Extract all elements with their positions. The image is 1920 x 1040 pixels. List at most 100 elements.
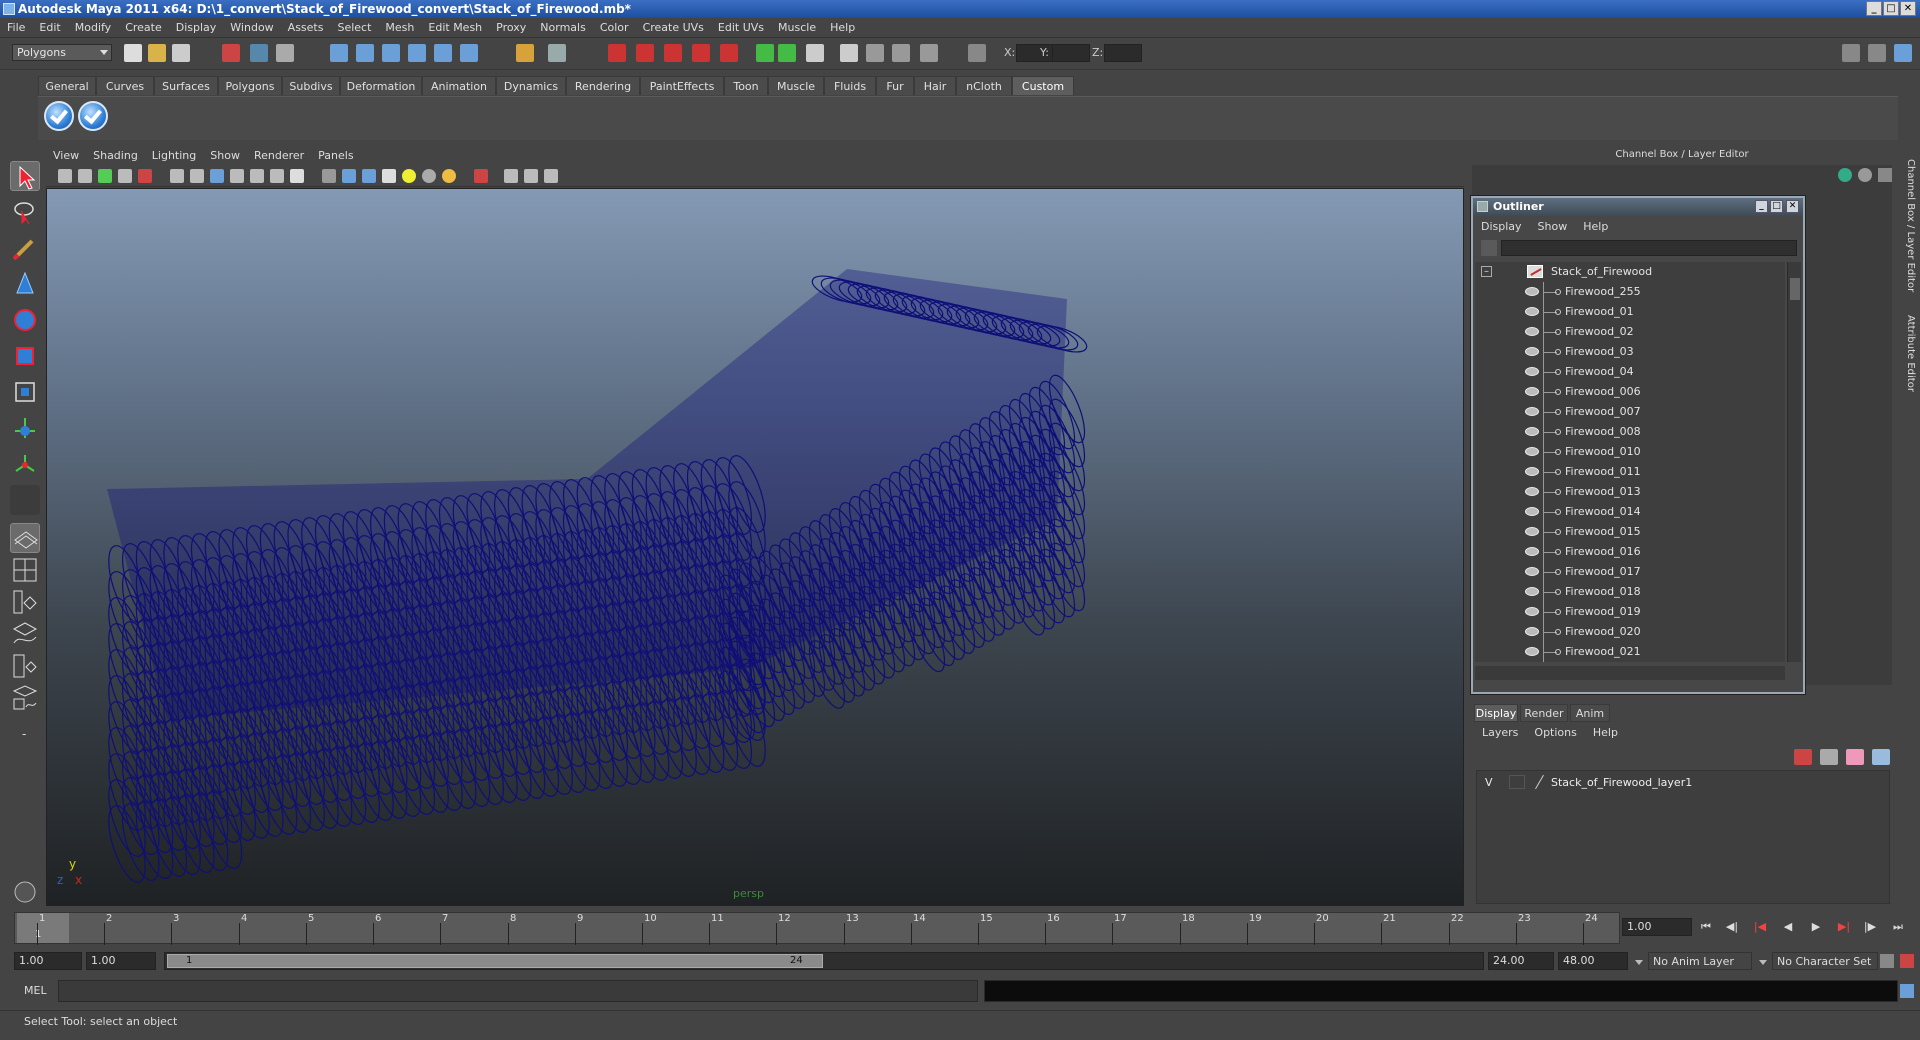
expand-node-icon[interactable] [1555,489,1561,495]
go-to-end-icon[interactable]: ⏭ [1890,919,1906,935]
hud-icon[interactable] [544,169,558,183]
snap-to-curves-icon[interactable] [636,44,654,62]
outliner-row[interactable]: Firewood_02 [1475,322,1785,342]
layout-options-icon[interactable]: - [10,719,40,749]
textured-icon[interactable] [382,169,396,183]
outliner-row[interactable]: Firewood_011 [1475,462,1785,482]
menu-set-dropdown[interactable]: Polygons [12,44,112,61]
toggle-channel-box-icon[interactable] [1842,44,1860,62]
bookmarks-icon[interactable] [98,169,112,183]
show-manipulator-icon[interactable] [10,449,40,479]
toggle-attribute-editor-icon[interactable] [1868,44,1886,62]
smooth-shading-icon[interactable] [342,169,356,183]
transform-mode-icon[interactable] [968,44,986,62]
move-layer-down-icon[interactable] [1820,749,1838,765]
magnet-icon[interactable] [608,44,626,62]
menu-create[interactable]: Create [118,18,169,38]
maximize-button[interactable]: □ [1883,1,1899,16]
z-field[interactable] [1104,44,1142,62]
expand-node-icon[interactable] [1555,289,1561,295]
render-frame-icon[interactable] [840,44,858,62]
snap-to-points-icon[interactable] [664,44,682,62]
shelf-tab-muscle[interactable]: Muscle [768,76,824,95]
play-backwards-icon[interactable]: ◀ [1780,919,1796,935]
wireframe-on-shaded-icon[interactable] [362,169,376,183]
viewport-menu-show[interactable]: Show [203,147,247,165]
range-slider-handle[interactable]: 1 24 [167,954,823,968]
outliner-row[interactable]: Firewood_021 [1475,642,1785,662]
outliner-row[interactable]: Firewood_013 [1475,482,1785,502]
soft-mod-tool-icon[interactable] [10,413,40,443]
filter-icon[interactable] [1481,240,1497,256]
perspective-graph-layout-icon[interactable] [10,619,40,649]
layer-editor-icon[interactable] [1858,168,1872,182]
render-settings-icon[interactable] [892,44,910,62]
layer-type-toggle[interactable] [1509,775,1525,789]
shelf-tab-curves[interactable]: Curves [96,76,154,95]
menu-display[interactable]: Display [169,18,224,38]
layer-tab-anim[interactable]: Anim [1570,704,1610,722]
outliner-row-root[interactable]: – Stack_of_Firewood [1475,262,1785,282]
menu-assets[interactable]: Assets [281,18,331,38]
playback-end-field[interactable]: 24.00 [1488,952,1554,970]
menu-muscle[interactable]: Muscle [771,18,823,38]
snap-plane-icon[interactable] [408,44,426,62]
outliner-row[interactable]: Firewood_020 [1475,622,1785,642]
expand-node-icon[interactable] [1555,549,1561,555]
construction-history-icon[interactable] [516,44,534,62]
pin-icon[interactable] [1878,168,1892,182]
ipr-render-icon[interactable] [866,44,884,62]
step-forward-frame-icon[interactable]: |▶ [1862,919,1878,935]
shelf-tab-toon[interactable]: Toon [724,76,768,95]
two-d-pan-zoom-icon[interactable] [138,169,152,183]
minimize-button[interactable]: _ [1866,1,1882,16]
single-perspective-layout-icon[interactable] [10,523,40,553]
shelf-tab-subdivs[interactable]: Subdivs [282,76,340,95]
shelf-tab-hair[interactable]: Hair [914,76,956,95]
outliner-row[interactable]: Firewood_03 [1475,342,1785,362]
layer-visibility-toggle[interactable]: V [1485,776,1493,789]
menu-edit-mesh[interactable]: Edit Mesh [421,18,489,38]
expand-node-icon[interactable] [1555,589,1561,595]
toggle-tool-settings-icon[interactable] [1894,44,1912,62]
expand-node-icon[interactable] [1555,509,1561,515]
outliner-horizontal-scrollbar[interactable] [1475,666,1785,680]
render-view-icon[interactable] [806,44,824,62]
select-camera-icon[interactable] [58,169,72,183]
character-set-dropdown[interactable]: No Character Set [1759,952,1878,970]
outliner-filter-field[interactable] [1501,240,1797,256]
output-ops-icon[interactable] [778,44,796,62]
outliner-row[interactable]: Firewood_01 [1475,302,1785,322]
menu-edit[interactable]: Edit [32,18,67,38]
expand-node-icon[interactable] [1555,409,1561,415]
layer-tab-display[interactable]: Display [1474,704,1518,722]
camera-attributes-icon[interactable] [78,169,92,183]
shelf-tab-surfaces[interactable]: Surfaces [154,76,218,95]
close-button[interactable]: ✕ [1900,1,1916,16]
anim-layer-dropdown[interactable]: No Anim Layer [1635,952,1752,970]
expand-node-icon[interactable] [1555,429,1561,435]
menu-create-uvs[interactable]: Create UVs [636,18,711,38]
create-empty-layer-icon[interactable] [1846,749,1864,765]
menu-color[interactable]: Color [593,18,636,38]
layer-tab-render[interactable]: Render [1520,704,1568,722]
expand-node-icon[interactable] [1555,309,1561,315]
lock-icon[interactable] [548,44,566,62]
safe-title-icon[interactable] [290,169,304,183]
open-scene-icon[interactable] [148,44,166,62]
layer-menu-options[interactable]: Options [1526,724,1584,742]
select-component-icon[interactable] [276,44,294,62]
xray-icon[interactable] [504,169,518,183]
expand-node-icon[interactable] [1555,609,1561,615]
viewport-menu-panels[interactable]: Panels [311,147,360,165]
outliner-row[interactable]: Firewood_255 [1475,282,1785,302]
paint-select-tool-icon[interactable] [10,233,40,263]
step-back-key-icon[interactable]: |◀ [1752,919,1768,935]
menu-window[interactable]: Window [223,18,280,38]
image-plane-icon[interactable] [118,169,132,183]
viewport-menu-renderer[interactable]: Renderer [247,147,311,165]
shelf-tab-dynamics[interactable]: Dynamics [496,76,566,95]
universal-manipulator-icon[interactable] [10,377,40,407]
film-gate-icon[interactable] [190,169,204,183]
auto-key-icon[interactable] [1880,954,1894,968]
